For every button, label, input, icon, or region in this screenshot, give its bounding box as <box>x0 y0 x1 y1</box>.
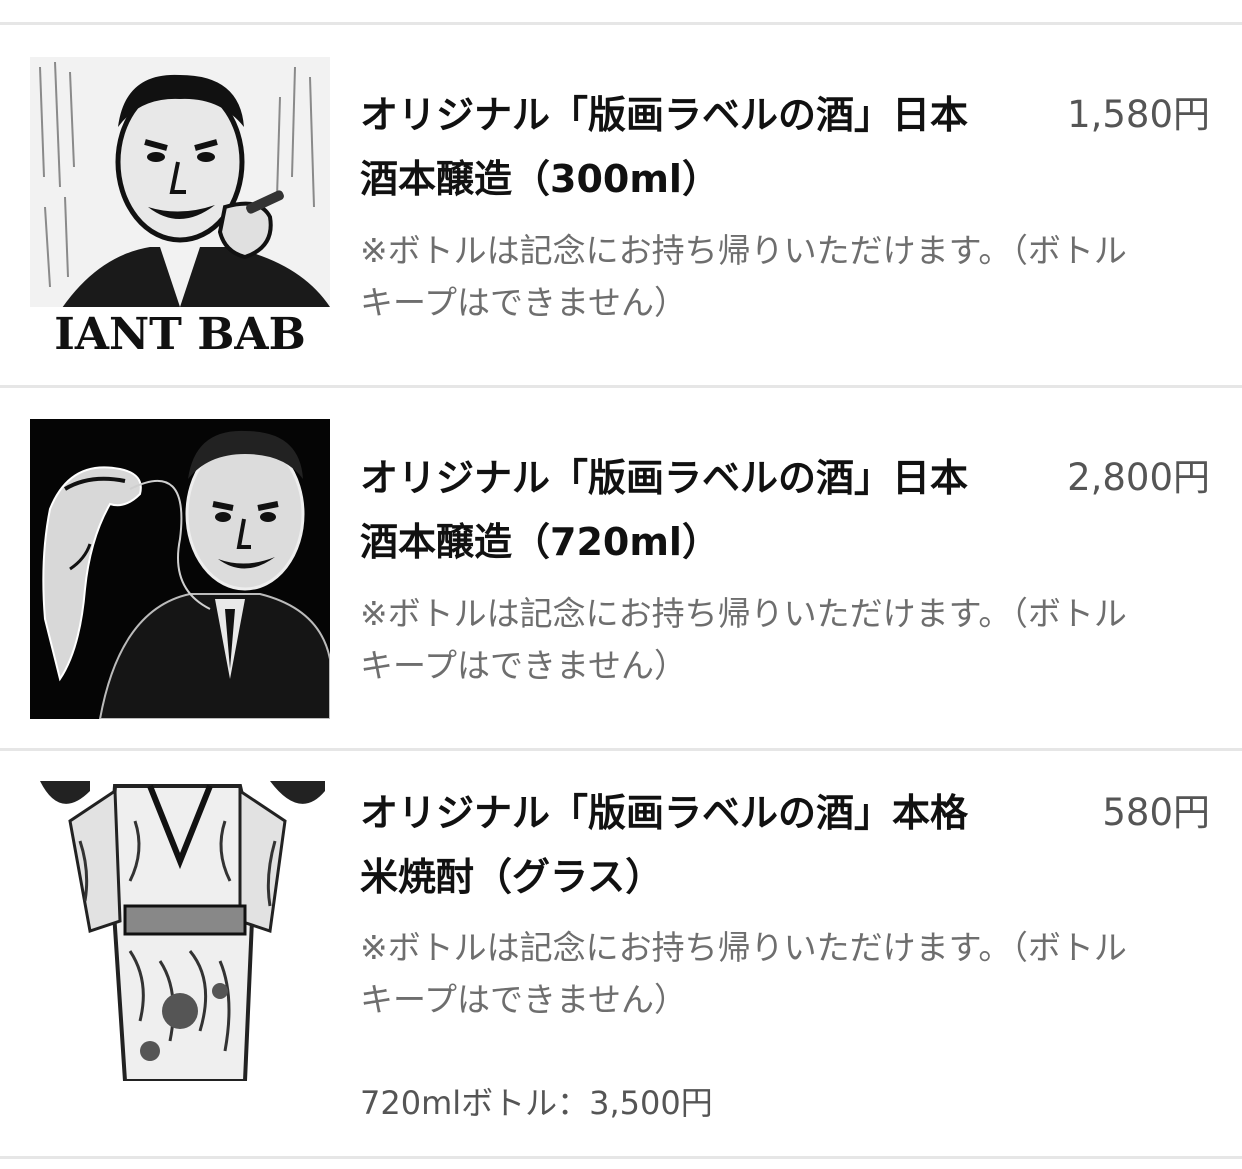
divider <box>0 1156 1242 1159</box>
item-title-line2: 米焼酎（グラス） <box>360 855 664 899</box>
item-note: ※ボトルは記念にお持ち帰りいただけます。（ボトル キープはできません） <box>360 588 1210 692</box>
list-item[interactable]: オリジナル「版画ラベルの酒」日本 酒本醸造（720ml） 2,800円 ※ボトル… <box>0 388 1242 748</box>
product-image: IANT BAB <box>30 57 330 357</box>
item-note: ※ボトルは記念にお持ち帰りいただけます。（ボトル キープはできません） <box>360 922 1210 1026</box>
item-title: オリジナル「版画ラベルの酒」本格 米焼酎（グラス） <box>360 781 1040 909</box>
item-note-line1: ※ボトルは記念にお持ち帰りいただけます。（ボトル <box>360 928 1127 967</box>
item-price: 2,800円 <box>1067 456 1210 499</box>
item-note-line2: キープはできません） <box>360 980 688 1019</box>
item-title-line1: オリジナル「版画ラベルの酒」日本 <box>360 456 969 500</box>
item-title-line1: オリジナル「版画ラベルの酒」日本 <box>360 93 969 137</box>
item-title: オリジナル「版画ラベルの酒」日本 酒本醸造（720ml） <box>360 446 1040 574</box>
image-caption: IANT BAB <box>54 309 306 357</box>
woodcut-portrait-image: IANT BAB <box>30 57 330 357</box>
list-item[interactable]: オリジナル「版画ラベルの酒」本格 米焼酎（グラス） 580円 ※ボトルは記念にお… <box>0 751 1242 1156</box>
item-note-line2: キープはできません） <box>360 646 688 685</box>
list-item[interactable]: IANT BAB オリジナル「版画ラベルの酒」日本 酒本醸造（300ml） 1,… <box>0 25 1242 385</box>
woodcut-kimono-image <box>30 781 330 1081</box>
item-price: 580円 <box>1102 791 1210 834</box>
item-title-line2: 酒本醸造（300ml） <box>360 157 720 201</box>
item-note-line1: ※ボトルは記念にお持ち帰りいただけます。（ボトル <box>360 231 1127 270</box>
item-title: オリジナル「版画ラベルの酒」日本 酒本醸造（300ml） <box>360 83 1040 211</box>
item-price: 1,580円 <box>1067 93 1210 136</box>
item-title-line2: 酒本醸造（720ml） <box>360 520 720 564</box>
item-note: ※ボトルは記念にお持ち帰りいただけます。（ボトル キープはできません） <box>360 225 1210 329</box>
product-image <box>30 419 330 719</box>
item-note-line1: ※ボトルは記念にお持ち帰りいただけます。（ボトル <box>360 594 1127 633</box>
woodcut-portrait-image <box>30 419 330 719</box>
item-note-line2: キープはできません） <box>360 283 688 322</box>
product-image <box>30 781 330 1081</box>
menu-list: IANT BAB オリジナル「版画ラベルの酒」日本 酒本醸造（300ml） 1,… <box>0 0 1242 1169</box>
item-title-line1: オリジナル「版画ラベルの酒」本格 <box>360 791 969 835</box>
bottle-price-note: 720mlボトル：3,500円 <box>360 1084 713 1122</box>
